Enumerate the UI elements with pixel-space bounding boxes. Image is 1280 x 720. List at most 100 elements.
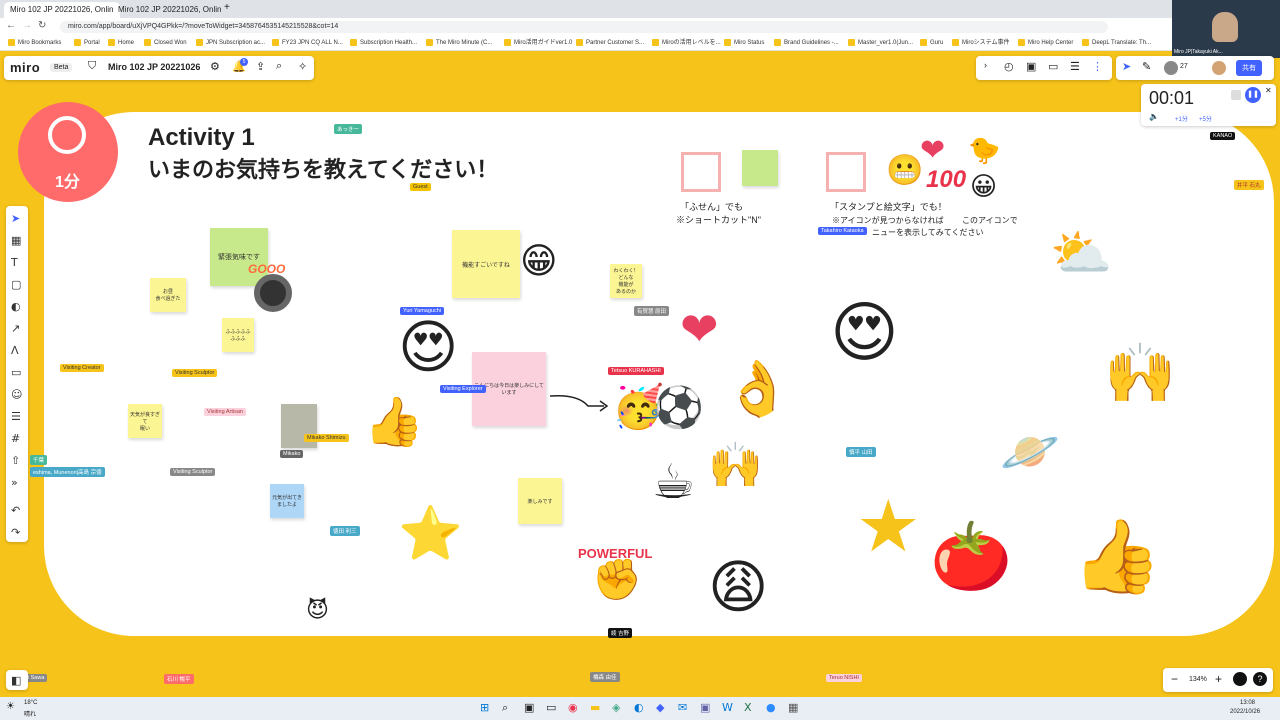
browser-tab-active[interactable]: Miro 102 JP 20221026, Onlin — [4, 2, 120, 18]
tomato-emoji[interactable]: 🍅 — [930, 524, 1012, 590]
bookmark[interactable]: Miroの活用レベルを... — [652, 38, 721, 48]
stop-icon[interactable] — [1231, 90, 1241, 100]
user-avatar[interactable] — [1212, 61, 1226, 75]
sticky-note[interactable]: 天気が良すぎて 眠い — [128, 404, 162, 438]
bookmark[interactable]: Miroシステム事件 — [952, 38, 1010, 48]
sticky-note[interactable]: 緊張気味です — [210, 228, 268, 286]
search-taskbar-icon[interactable]: ⌕ — [502, 701, 508, 715]
devil-emoji[interactable]: 😈 — [306, 600, 329, 622]
frame-icon[interactable]: ▣ — [1026, 60, 1036, 73]
redo-icon[interactable]: ↷ — [11, 526, 20, 539]
thumbs-up-icon[interactable]: 👍 — [364, 398, 424, 446]
reaction-icon[interactable]: ✎ — [1142, 60, 1151, 73]
sticky-note[interactable]: わくわく！ どんな 機能が あるのか — [610, 264, 642, 298]
chrome-icon[interactable]: ◉ — [568, 701, 578, 714]
taskview-icon[interactable]: ▣ — [524, 701, 534, 714]
bookmark[interactable]: Subscription Health... — [350, 38, 417, 48]
miro-logo[interactable]: miro — [10, 60, 40, 75]
upload-tool-icon[interactable]: ⇧ — [11, 454, 20, 467]
help-icon[interactable]: ? — [1253, 672, 1267, 686]
line-icon[interactable]: ↗ — [11, 322, 20, 335]
excel-icon[interactable]: X — [744, 701, 752, 714]
frame-tool-icon[interactable]: # — [11, 432, 20, 445]
add-1min-button[interactable]: +1分 — [1175, 114, 1188, 123]
face-emoji[interactable]: 😬 — [886, 156, 923, 186]
search-icon[interactable]: ⌕ — [276, 60, 282, 73]
bookmark[interactable]: Home — [108, 38, 134, 48]
app-icon[interactable]: ◈ — [612, 701, 620, 714]
pen-icon[interactable]: Λ — [11, 344, 19, 357]
bird-icon[interactable]: 🐤 — [968, 138, 1000, 164]
new-tab-icon[interactable]: + — [224, 2, 230, 13]
start-icon[interactable]: ⊞ — [480, 701, 489, 714]
app-icon[interactable]: ◆ — [656, 701, 664, 714]
word-icon[interactable]: W — [722, 701, 733, 714]
zoom-app-icon[interactable]: ● — [766, 701, 776, 714]
sticky-note[interactable]: 元気が出てきましたよ — [270, 484, 304, 518]
sticky-note[interactable]: お昼 食べ過ぎた — [150, 278, 186, 312]
template-icon[interactable]: ▦ — [11, 234, 21, 247]
fist-icon[interactable]: ✊ — [592, 560, 642, 600]
bookmark[interactable]: Master_ver1.0(Jun... — [848, 38, 913, 48]
magic-icon[interactable]: ✧ — [298, 60, 307, 73]
weather-temp[interactable]: 18°C — [24, 700, 37, 706]
connector-arrow[interactable] — [548, 392, 610, 416]
text-icon[interactable]: T — [11, 256, 18, 269]
raised-hands-icon[interactable]: 🙌 — [1104, 344, 1176, 402]
star-emoji[interactable]: ⭐ — [398, 508, 463, 560]
bookmark[interactable]: Brand Guidelines -... — [774, 38, 839, 48]
note-icon[interactable]: ☰ — [11, 410, 21, 423]
close-icon[interactable]: ✕ — [1265, 86, 1272, 95]
board-title[interactable]: Miro 102 JP 20221026 — [108, 62, 200, 72]
pause-icon[interactable]: ❚❚ — [1245, 87, 1261, 103]
fire-heart-emoji[interactable]: 😍 — [398, 318, 458, 376]
undo-icon[interactable]: ↶ — [11, 504, 20, 517]
shapes-icon[interactable]: ◐ — [11, 300, 21, 313]
participant-count[interactable]: 27 — [1180, 63, 1188, 70]
fit-icon[interactable] — [1233, 672, 1247, 686]
bookmark[interactable]: Partner Customer S... — [576, 38, 644, 48]
avatar[interactable] — [1164, 61, 1178, 75]
bookmark[interactable]: Miro Bookmarks — [8, 38, 61, 48]
add-5min-button[interactable]: +5分 — [1199, 114, 1212, 123]
bookmark[interactable]: DeepL Translate: Th... — [1082, 38, 1151, 48]
comment-tool-icon[interactable]: ▭ — [11, 366, 21, 379]
bookmark[interactable]: Closed Won — [144, 38, 187, 48]
bookmark[interactable]: Portal — [74, 38, 100, 48]
heart-icon[interactable]: ❤ — [680, 306, 719, 352]
zoom-out-button[interactable]: − — [1171, 672, 1178, 686]
emoji-tool-icon[interactable]: ☺ — [11, 388, 22, 401]
browser-tab[interactable]: Miro 102 JP 20221026, Onlin — [112, 2, 230, 18]
clock-date[interactable]: 2022/10/26 — [1230, 709, 1260, 715]
star-icon[interactable]: ★ — [856, 490, 921, 562]
sample-sticky[interactable] — [742, 150, 778, 186]
back-icon[interactable]: ← — [6, 20, 16, 31]
upload-icon[interactable]: ⇪ — [256, 60, 265, 73]
chat-icon[interactable]: ▭ — [546, 701, 556, 714]
clock-time[interactable]: 13:08 — [1240, 700, 1255, 706]
bookmark[interactable]: Miro活用ガイドver1.0 — [504, 38, 572, 48]
board-panel-toggle[interactable]: ◧ — [6, 670, 28, 690]
timer-icon[interactable]: ◴ — [1004, 60, 1014, 73]
chevron-right-icon[interactable]: › — [984, 60, 987, 70]
raised-hands-icon[interactable]: 🙌 — [708, 444, 763, 488]
forward-icon[interactable]: → — [22, 20, 32, 31]
edge-icon[interactable]: ◐ — [634, 701, 644, 714]
thumbs-up-icon[interactable]: 👍 — [1072, 520, 1162, 592]
more-icon[interactable]: ⋮ — [1092, 60, 1103, 73]
sticky-note[interactable]: 機能すごいですね — [452, 230, 520, 298]
smile-emoji[interactable]: 😀 — [970, 174, 997, 200]
select-icon[interactable]: ➤ — [11, 212, 20, 225]
sticky-icon[interactable]: ▢ — [11, 278, 21, 291]
bookmark[interactable]: JPN Subscription ac... — [196, 38, 265, 48]
fire-heart-emoji[interactable]: 😍 — [830, 300, 899, 366]
app-icon[interactable]: ▦ — [788, 701, 798, 714]
weather-desc[interactable]: 晴れ — [24, 709, 36, 718]
tire-sticker[interactable] — [254, 274, 292, 312]
sticky-note[interactable]: 楽しみです — [518, 478, 562, 524]
sun-cloud-icon[interactable]: ⛅ — [1050, 228, 1112, 278]
folder-icon[interactable]: ▬ — [590, 701, 600, 714]
grin-emoji[interactable]: 😁 — [520, 244, 558, 280]
url-input[interactable]: miro.com/app/board/uXjVPQ4GPkk=/?moveToW… — [60, 21, 1108, 33]
ok-hand-icon[interactable]: 👌 — [724, 362, 791, 416]
